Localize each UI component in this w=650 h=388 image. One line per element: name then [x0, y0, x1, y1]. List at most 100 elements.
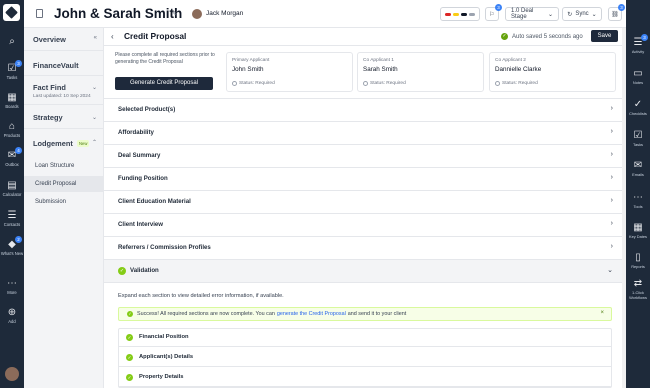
nav-label: Notes — [632, 80, 644, 85]
owner-name[interactable]: Jack Morgan — [206, 10, 243, 17]
contacts-icon: ☰ — [7, 210, 17, 221]
rightnav-item[interactable]: ▭ Notes — [626, 68, 650, 85]
chevron-right-icon: › — [610, 128, 613, 135]
rightnav-item[interactable]: ✉ Emails — [626, 160, 650, 177]
leftnav-item[interactable]: ◆ What's New 2 — [0, 236, 24, 256]
applicant-card-co2[interactable]: Co Applicant 2 Dannielle Clarke Status: … — [489, 52, 616, 92]
rightnav-item[interactable]: ⋯ Tools — [626, 192, 650, 209]
validation-item-financial-position[interactable]: ✓ Financial Position — [119, 329, 611, 347]
red-flag-icon — [445, 12, 451, 16]
edit-icon[interactable]: ✎ — [172, 10, 178, 18]
success-suffix: and send it to your client — [347, 311, 407, 317]
chevron-up-icon[interactable]: ⌃ — [92, 139, 97, 146]
leftnav-item[interactable]: ☑ Tasks 3 — [0, 60, 24, 80]
sidebar-lodgement[interactable]: Lodgement — [33, 139, 73, 148]
leftnav-item[interactable]: ☰ Contacts — [0, 210, 24, 227]
link-badge: 3 — [618, 4, 625, 11]
link-icon: ⛓ — [611, 11, 619, 18]
accordion-label: Client Interview — [118, 221, 164, 228]
rightnav-item[interactable]: ▦ Key Dates — [626, 222, 650, 239]
accordion-section[interactable]: Affordability › — [104, 122, 622, 145]
applicant-card-primary[interactable]: Primary Applicant John Smith Status: Req… — [226, 52, 353, 92]
checklists-icon: ✓ — [633, 99, 643, 110]
leftnav-item[interactable]: ▦ Boards — [0, 92, 24, 109]
rightnav-item[interactable]: ☰ Activity 3 — [626, 34, 650, 54]
accordion-section[interactable]: Client Education Material › — [104, 191, 622, 214]
notification-badge: 3 — [495, 4, 502, 11]
validation-item-property[interactable]: ✓ Property Details — [119, 369, 611, 387]
applicant-name: Sarah Smith — [363, 66, 398, 73]
accordion-section[interactable]: Client Interview › — [104, 214, 622, 237]
bell-icon: ⚐ — [489, 11, 495, 18]
check-circle-icon: ✓ — [126, 374, 133, 381]
chevron-left-icon[interactable]: « — [94, 35, 97, 41]
accordion-section[interactable]: Funding Position › — [104, 168, 622, 191]
sidebar-financevault[interactable]: FinanceVault — [33, 61, 79, 70]
accordion-section[interactable]: Selected Product(s) › — [104, 99, 622, 122]
validation-item-applicants[interactable]: ✓ Applicant(s) Details — [119, 349, 611, 367]
leftnav-item[interactable]: ▤ Calculator — [0, 180, 24, 197]
accordion-label: Deal Summary — [118, 152, 161, 159]
sidebar-factfind[interactable]: Fact Find — [33, 83, 66, 92]
accordion-section[interactable]: Deal Summary › — [104, 145, 622, 168]
status-flags[interactable] — [440, 7, 480, 21]
accordion-label: Affordability — [118, 129, 154, 136]
back-arrow-icon[interactable]: ‹ — [111, 32, 114, 41]
save-button[interactable]: Save — [591, 30, 618, 42]
applicant-status-text: Status: Required — [502, 81, 538, 86]
deal-sidebar: Overview « FinanceVault Fact Find ⌄ Last… — [24, 28, 104, 388]
add-icon: ⊕ — [7, 307, 17, 318]
rightnav-item[interactable]: ✓ Checklists — [626, 99, 650, 116]
rightnav-item[interactable]: ⇄ 1-Click Workflows — [626, 278, 650, 300]
sidebar-strategy[interactable]: Strategy — [33, 113, 63, 122]
document-icon — [36, 9, 43, 18]
deal-stage-value: 1.0 Deal Stage — [511, 8, 534, 20]
nav-badge: 3 — [641, 34, 648, 41]
search-icon: ⌕ — [9, 36, 15, 47]
chevron-down-icon[interactable]: ⌄ — [92, 114, 97, 121]
reports-icon: ▯ — [635, 252, 641, 263]
tools-icon: ⋯ — [633, 192, 643, 203]
deal-stage-select[interactable]: 1.0 Deal Stage ⌄ — [505, 7, 559, 21]
chevron-right-icon: › — [610, 243, 613, 250]
sync-button[interactable]: ↻ Sync ⌄ — [562, 7, 602, 21]
link-button[interactable]: ⛓ 3 — [608, 4, 625, 21]
generate-credit-proposal-button[interactable]: Generate Credit Proposal — [115, 77, 213, 90]
user-avatar[interactable] — [5, 367, 19, 381]
nav-label: Contacts — [3, 222, 21, 227]
applicant-card-co1[interactable]: Co Applicant 1 Sarah Smith Status: Requi… — [357, 52, 484, 92]
rightnav-item[interactable]: ▯ Reports — [626, 252, 650, 269]
divider — [24, 128, 103, 129]
applicant-status-text: Status: Required — [239, 81, 275, 86]
chevron-down-icon: ⌄ — [547, 11, 553, 18]
autosave-text: Auto saved 5 seconds ago — [512, 33, 583, 40]
chevron-down-icon[interactable]: ⌄ — [92, 84, 97, 91]
nav-badge: 4 — [15, 147, 22, 154]
chevron-down-icon: ⌄ — [607, 267, 613, 274]
check-circle-icon: ✓ — [126, 354, 133, 361]
nav-label: Checklists — [629, 111, 647, 116]
leftnav-item[interactable]: ✉ Outbox 4 — [0, 147, 24, 167]
validation-item-label: Financial Position — [139, 334, 189, 340]
sidebar-item-credit-proposal[interactable]: Credit Proposal — [24, 176, 103, 192]
nav-label: What's New — [0, 251, 24, 256]
accordion-validation[interactable]: ✓ Validation ⌄ — [104, 260, 622, 283]
sidebar-overview[interactable]: Overview — [33, 35, 66, 44]
leftnav-item[interactable]: ⋯ More — [0, 278, 24, 295]
leftnav-item[interactable]: ⊕ Add — [0, 307, 24, 324]
close-icon[interactable]: × — [600, 310, 604, 316]
generate-note: Please complete all required sections pr… — [115, 52, 215, 65]
rightnav-item[interactable]: ☑ Tasks — [626, 130, 650, 147]
workflows-icon: ⇄ — [633, 278, 643, 289]
sidebar-item-submission[interactable]: Submission — [24, 194, 103, 210]
grey-flag-icon — [469, 12, 475, 16]
leftnav-item[interactable]: ⌕ — [0, 36, 24, 48]
sidebar-item-loan-structure[interactable]: Loan Structure — [24, 158, 103, 174]
leftnav-item[interactable]: ⌂ Products — [0, 121, 24, 138]
app-logo[interactable] — [3, 4, 20, 21]
notification-button[interactable]: ⚐ 3 — [485, 4, 502, 21]
generate-link[interactable]: generate the Credit Proposal — [277, 311, 346, 317]
accordion-section[interactable]: Referrers / Commission Profiles › — [104, 237, 622, 260]
page-header: John & Sarah Smith ✎ Jack Morgan ⚐ 3 1.0… — [24, 0, 626, 28]
calculator-icon: ▤ — [7, 180, 17, 191]
